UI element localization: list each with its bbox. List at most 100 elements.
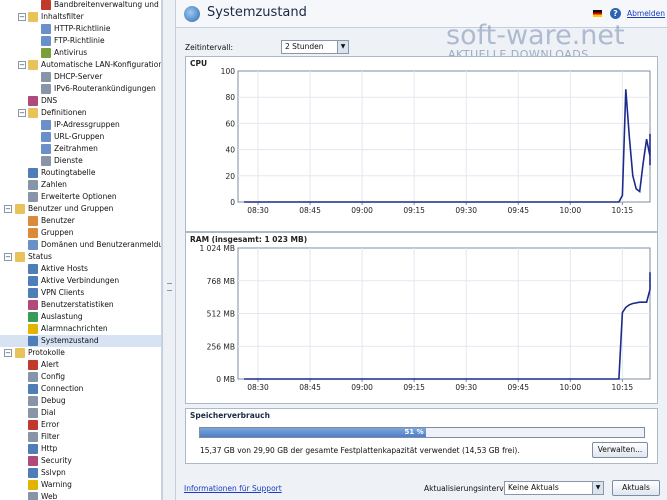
tree-item-label: Sslvpn bbox=[41, 468, 66, 477]
x-tick-label: 09:30 bbox=[455, 383, 477, 392]
footer: Informationen für Support Aktualisierung… bbox=[176, 477, 667, 500]
tree-item-label: Dienste bbox=[54, 156, 83, 165]
tree-item-label: IPv6-Routerankündigungen bbox=[54, 84, 156, 93]
y-tick-label: 768 MB bbox=[207, 277, 235, 286]
log-icon bbox=[28, 384, 38, 394]
collapse-toggle-icon[interactable]: − bbox=[4, 205, 12, 213]
x-tick-label: 10:15 bbox=[612, 206, 634, 215]
policy-icon bbox=[41, 36, 51, 46]
interval-select[interactable]: 2 Stunden ▼ bbox=[281, 40, 349, 54]
chevron-down-icon[interactable]: ▼ bbox=[592, 482, 603, 494]
folder-icon bbox=[15, 204, 25, 214]
y-tick-label: 40 bbox=[225, 146, 235, 155]
connections-icon bbox=[28, 276, 38, 286]
y-tick-label: 100 bbox=[221, 67, 236, 76]
help-icon[interactable]: ? bbox=[610, 8, 621, 19]
options-icon bbox=[28, 192, 38, 202]
bandwidth-icon bbox=[41, 0, 51, 10]
collapse-toggle-icon[interactable]: − bbox=[18, 61, 26, 69]
update-interval-label: Aktualisierungsintervall: bbox=[424, 484, 515, 493]
router-icon bbox=[41, 84, 51, 94]
folder-icon bbox=[15, 252, 25, 262]
disk-usage-bar: 51 % bbox=[199, 427, 645, 438]
plot-area bbox=[237, 70, 651, 203]
tree-item-label: Benutzerstatistiken bbox=[41, 300, 114, 309]
splitter-grip-icon[interactable] bbox=[167, 283, 172, 291]
tree-item-label: Gruppen bbox=[41, 228, 74, 237]
support-info-link[interactable]: Informationen für Support bbox=[184, 484, 282, 493]
x-tick-label: 09:00 bbox=[351, 206, 373, 215]
chevron-down-icon[interactable]: ▼ bbox=[337, 41, 348, 53]
load-icon bbox=[28, 312, 38, 322]
collapse-toggle-icon[interactable]: − bbox=[18, 109, 26, 117]
log-icon bbox=[28, 480, 38, 490]
warning-icon bbox=[28, 324, 38, 334]
x-tick-label: 10:00 bbox=[559, 206, 581, 215]
x-tick-label: 08:30 bbox=[247, 206, 269, 215]
users-icon bbox=[28, 228, 38, 238]
log-icon bbox=[28, 444, 38, 454]
tree-item-label: Config bbox=[41, 372, 66, 381]
x-tick-label: 08:45 bbox=[299, 383, 321, 392]
tree-item-label: Inhaltsfilter bbox=[41, 12, 84, 21]
logout-link[interactable]: Abmelden bbox=[627, 9, 665, 18]
tree-item-label: Erweiterte Optionen bbox=[41, 192, 117, 201]
collapse-toggle-icon[interactable]: − bbox=[18, 13, 26, 21]
tree-item-label: Auslastung bbox=[41, 312, 83, 321]
refresh-button[interactable]: Aktuals bbox=[612, 480, 660, 496]
ram-chart: RAM (insgesamt: 1 023 MB) 0 MB 256 MB 512 M… bbox=[190, 235, 651, 392]
tree-item-label: Domänen und Benutzeranmeldung bbox=[41, 240, 162, 249]
domain-icon bbox=[28, 240, 38, 250]
y-tick-label: 80 bbox=[225, 93, 235, 102]
folder-icon bbox=[15, 348, 25, 358]
tree-item-label: Alarmnachrichten bbox=[41, 324, 108, 333]
log-icon bbox=[28, 360, 38, 370]
y-tick-label: 0 bbox=[230, 198, 235, 207]
tree-item-label: Antivirus bbox=[54, 48, 88, 57]
german-flag-icon[interactable] bbox=[593, 10, 602, 17]
log-icon bbox=[28, 456, 38, 466]
collapse-toggle-icon[interactable]: − bbox=[4, 349, 12, 357]
tree-item-label: Security bbox=[41, 456, 72, 465]
x-tick-label: 10:15 bbox=[612, 383, 634, 392]
chart-title: RAM (insgesamt: 1 023 MB) bbox=[190, 235, 307, 244]
navigation-tree[interactable]: Bandbreitenverwaltung und QoS − Inhaltsfil… bbox=[0, 0, 162, 500]
cpu-chart: CPU 0 20 40 60 80 100 08:30 08:45 09:00 09:15 09:30… bbox=[190, 59, 651, 215]
system-icon bbox=[28, 336, 38, 346]
splitter[interactable] bbox=[162, 0, 176, 500]
tree-item-label: Zahlen bbox=[41, 180, 67, 189]
hosts-icon bbox=[28, 264, 38, 274]
user-icon bbox=[28, 216, 38, 226]
disk-usage-title: Speicherverbrauch bbox=[190, 411, 270, 420]
chart-title: CPU bbox=[190, 59, 207, 68]
server-icon bbox=[41, 72, 51, 82]
tree-item-label: Debug bbox=[41, 396, 66, 405]
folder-icon bbox=[28, 12, 38, 22]
tree-item-label: IP-Adressgruppen bbox=[54, 120, 120, 129]
x-tick-label: 10:00 bbox=[559, 383, 581, 392]
interval-value: 2 Stunden bbox=[285, 42, 324, 51]
policy-icon bbox=[41, 24, 51, 34]
tree-item-label: DNS bbox=[41, 96, 58, 105]
manage-button[interactable]: Verwalten... bbox=[592, 442, 648, 458]
antivirus-icon bbox=[41, 48, 51, 58]
tree-item-systemzustand[interactable]: Systemzustand bbox=[0, 335, 161, 347]
page-header: Systemzustand ? Abmelden bbox=[176, 0, 667, 28]
tree-item-label: Aktive Hosts bbox=[41, 264, 88, 273]
x-tick-label: 08:30 bbox=[247, 383, 269, 392]
numbers-icon bbox=[28, 180, 38, 190]
collapse-toggle-icon[interactable]: − bbox=[4, 253, 12, 261]
tree-item-label: Routingtabelle bbox=[41, 168, 96, 177]
x-tick-label: 09:15 bbox=[403, 206, 425, 215]
disk-usage-panel: Speicherverbrauch 51 % 15,37 GB von 29,9… bbox=[185, 408, 658, 464]
y-tick-label: 1 024 MB bbox=[200, 244, 235, 253]
tree-item-label: HTTP-Richtlinie bbox=[54, 24, 111, 33]
update-interval-select[interactable]: Keine Aktuals ▼ bbox=[504, 481, 604, 495]
x-tick-label: 09:45 bbox=[507, 383, 529, 392]
clock-icon bbox=[41, 144, 51, 154]
folder-icon bbox=[28, 60, 38, 70]
log-icon bbox=[28, 468, 38, 478]
folder-icon bbox=[28, 108, 38, 118]
stats-icon bbox=[28, 300, 38, 310]
tree-item-label: Dial bbox=[41, 408, 56, 417]
